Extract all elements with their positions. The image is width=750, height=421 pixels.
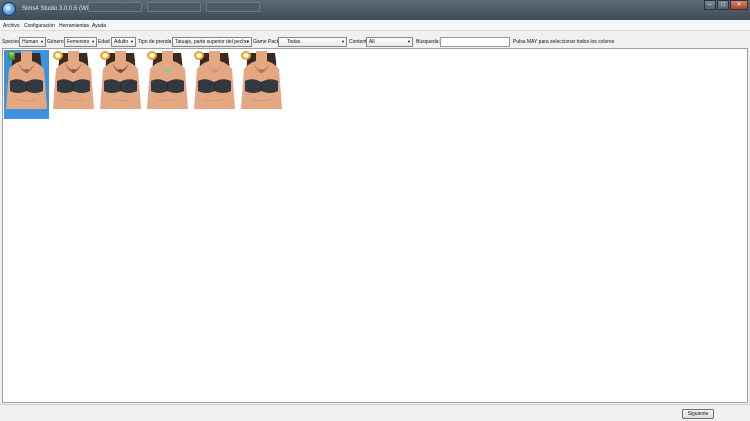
app-logo-icon[interactable] [2,2,16,16]
menu-herramientas[interactable]: Herramientas [59,23,89,29]
species-label: Species [2,39,20,45]
cas-item-thumbnail[interactable] [239,50,284,120]
chevron-down-icon: ▼ [407,39,411,44]
game-pack-select[interactable]: Todas ▼ [278,37,347,47]
age-value: Adulto [114,39,129,45]
content-select[interactable]: All ▼ [366,37,413,47]
custom-content-icon [147,51,157,60]
menu-configuracion[interactable]: Configuración [24,23,55,29]
plumbob-icon [8,51,15,60]
gender-select[interactable]: Femenino ▼ [64,37,97,47]
content-value: All [369,39,375,45]
search-input[interactable] [440,37,510,47]
chevron-down-icon: ▼ [91,39,95,44]
part-type-value: Tatuaje, parte superior del pecho [175,39,248,45]
chevron-down-icon: ▼ [246,39,250,44]
custom-content-icon [194,51,204,60]
item-grid [2,48,748,403]
species-value: Human [22,39,39,45]
species-select[interactable]: Human ▼ [19,37,46,47]
select-colors-hint: Pulsa MAY para seleccionar todos los col… [513,39,615,45]
cas-item-thumbnail[interactable] [145,50,190,120]
menu-archivo[interactable]: Archivo [3,23,20,29]
next-button[interactable]: Siguiente [682,409,714,419]
age-select[interactable]: Adulto ▼ [111,37,136,47]
background-tab [147,2,201,12]
custom-content-icon [100,51,110,60]
maximize-icon[interactable]: □ [717,0,729,10]
age-label: Edad [98,39,110,45]
cas-item-thumbnail[interactable] [192,50,237,120]
cas-item-thumbnail[interactable] [51,50,96,120]
chevron-down-icon: ▼ [40,39,44,44]
menu-bar: Archivo Configuración Herramientas Ayuda [0,20,750,31]
chevron-down-icon: ▼ [130,39,134,44]
menu-ayuda[interactable]: Ayuda [92,23,106,29]
minimize-icon[interactable]: – [704,0,716,10]
gender-value: Femenino [67,39,90,45]
cas-item-thumbnail[interactable] [98,50,143,120]
background-tab [206,2,260,12]
window-controls: – □ ✕ [704,0,748,14]
close-icon[interactable]: ✕ [730,0,748,10]
custom-content-icon [53,51,63,60]
background-tab [88,2,142,12]
gender-label: Género [47,39,64,45]
content-label: Content [349,39,367,45]
search-label: Búsqueda: [416,39,440,45]
part-type-label: Tipo de prenda [138,39,172,45]
chevron-down-icon: ▼ [341,39,345,44]
part-type-select[interactable]: Tatuaje, parte superior del pecho ▼ [172,37,252,47]
status-bar: Siguiente [0,404,750,421]
cas-item-thumbnail[interactable] [4,50,49,119]
game-pack-label: Game Pack [253,39,280,45]
title-bar: Sims4 Studio 3.0.0.5 (Wicker) – □ ✕ [0,0,750,20]
custom-content-icon [241,51,251,60]
game-pack-value: Todas [287,39,301,45]
